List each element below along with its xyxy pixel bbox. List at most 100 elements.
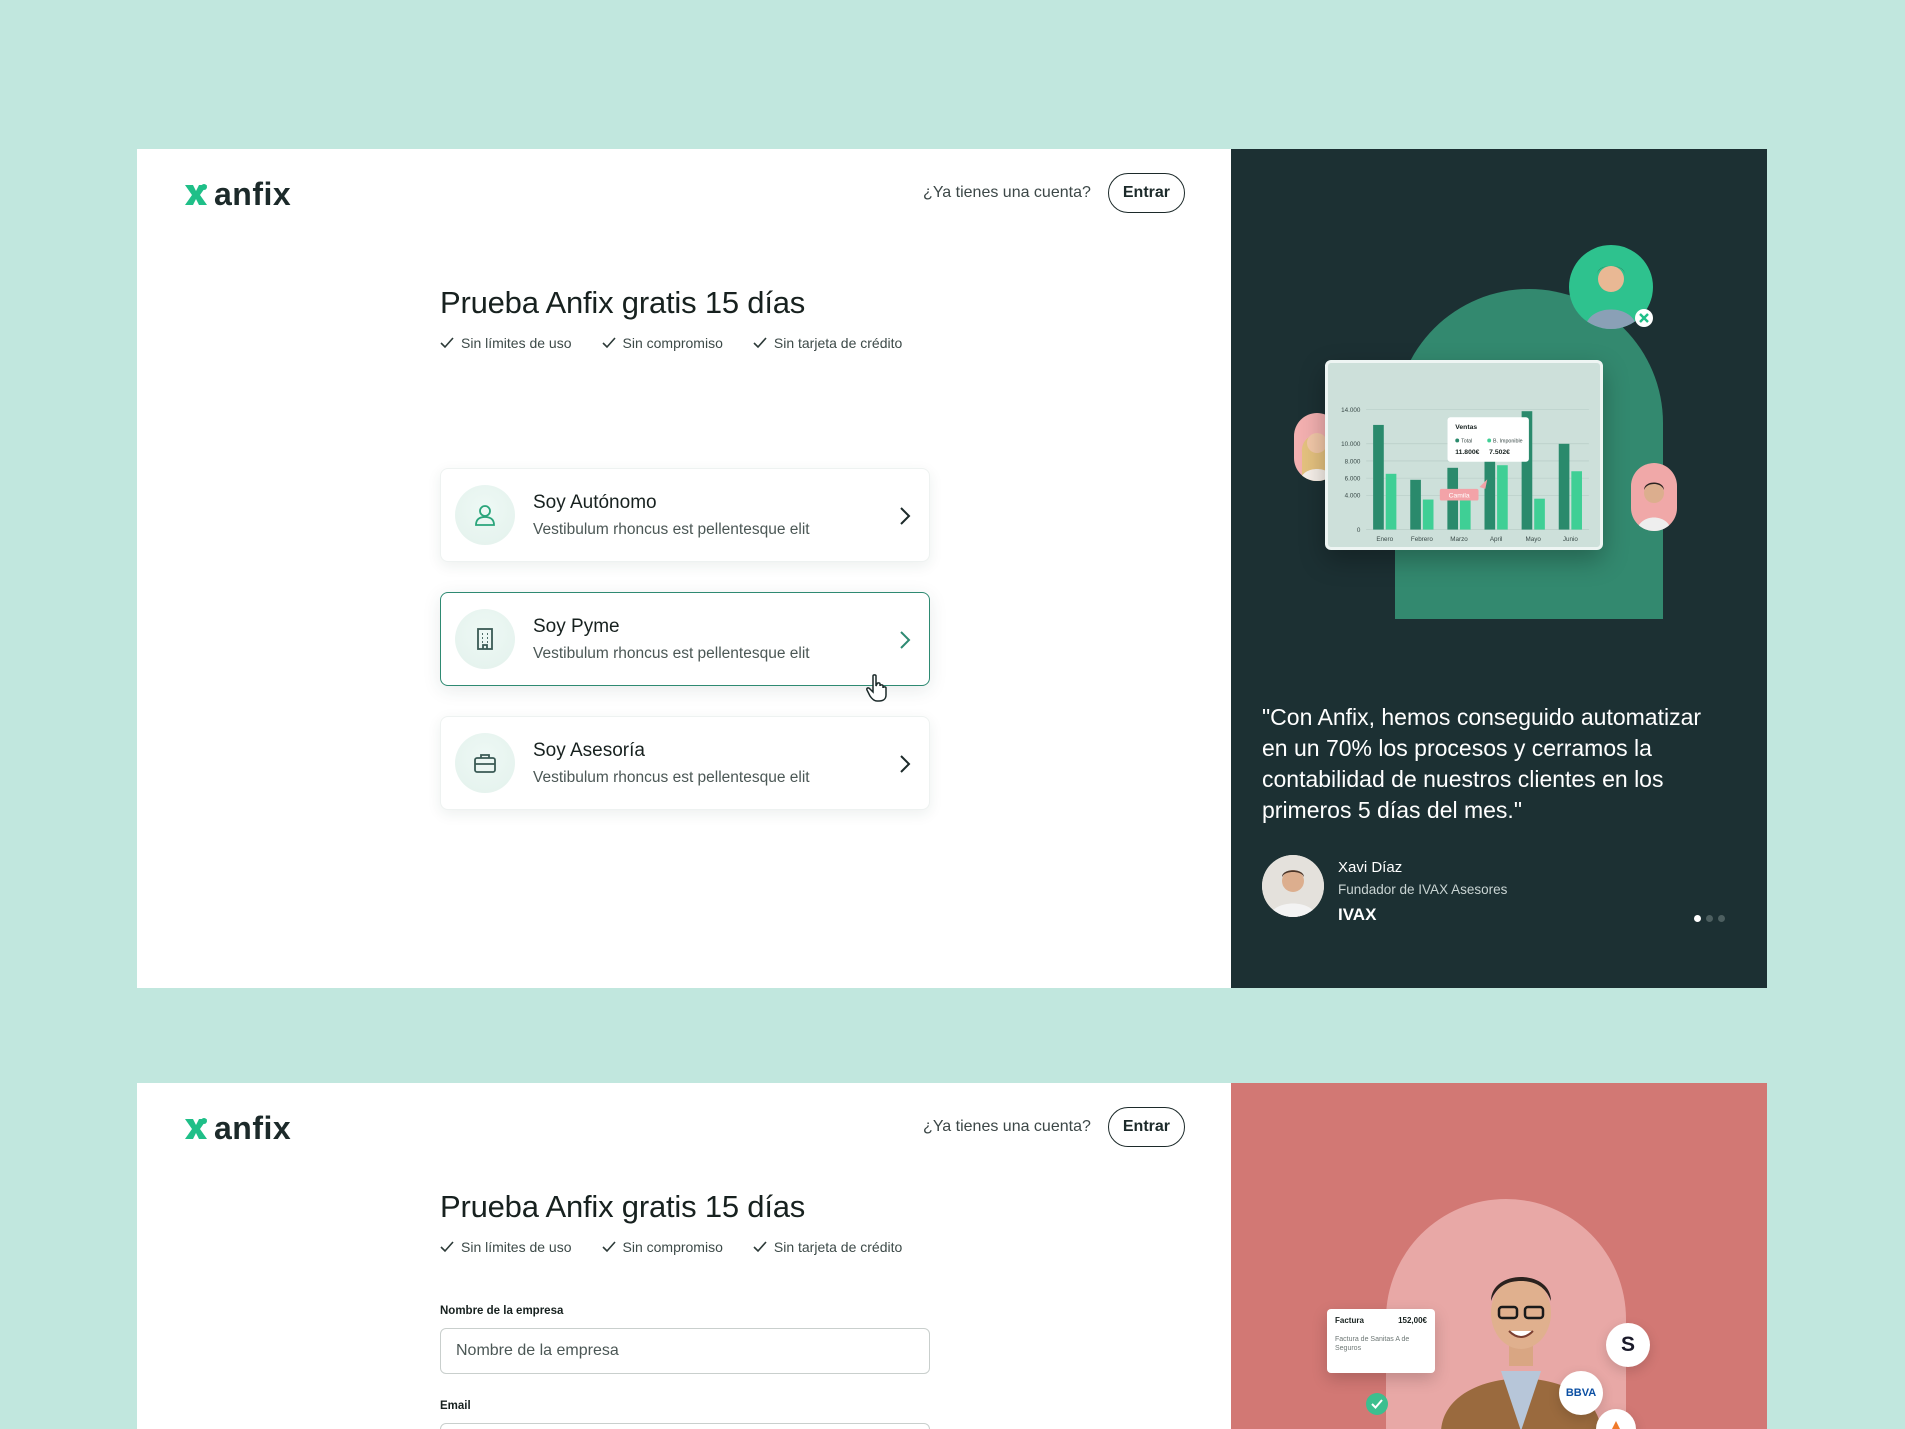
check-icon bbox=[440, 337, 454, 349]
profile-options: Soy Autónomo Vestibulum rhoncus est pell… bbox=[440, 468, 930, 840]
testimonial-quote: "Con Anfix, hemos conseguido automatizar… bbox=[1262, 704, 1702, 823]
check-icon bbox=[601, 1241, 616, 1253]
chevron-right-icon bbox=[900, 507, 911, 525]
invoice-description: Factura de Sanitas A de Seguros bbox=[1335, 1336, 1410, 1352]
user-icon bbox=[475, 505, 495, 526]
check-icon bbox=[753, 1241, 767, 1253]
y-tick-label: 4.000 bbox=[1345, 493, 1361, 500]
email-label: Email bbox=[440, 1400, 471, 1412]
bar-imponible bbox=[1385, 473, 1397, 530]
bar-imponible bbox=[1571, 471, 1582, 530]
testimonial-panel: 14.000 10.000 8.000 6.000 4.000 0 Enero Febrero… bbox=[1231, 149, 1767, 988]
check-icon bbox=[440, 1241, 454, 1253]
benefit-label: Sin límites de uso bbox=[461, 1239, 572, 1255]
logo-text: anfix bbox=[214, 176, 292, 212]
svg-text:IVAX: IVAX bbox=[1338, 905, 1377, 923]
author-avatar bbox=[1262, 855, 1324, 917]
bar-imponible bbox=[1422, 499, 1434, 530]
legend-swatch-total bbox=[1455, 438, 1460, 443]
benefit-label: Sin compromiso bbox=[622, 335, 723, 351]
left-pane: anfix ¿Ya tienes una cuenta? Entrar Prue… bbox=[137, 149, 1231, 988]
logo-text: anfix bbox=[214, 1110, 292, 1146]
author-name: Xavi Díaz bbox=[1338, 859, 1403, 876]
company-name-label: Nombre de la empresa bbox=[440, 1305, 564, 1317]
benefit-item: Sin tarjeta de crédito bbox=[753, 1239, 902, 1255]
page-title: Prueba Anfix gratis 15 días bbox=[440, 285, 806, 320]
option-title: Soy Pyme bbox=[533, 615, 620, 637]
benefit-item: Sin límites de uso bbox=[440, 1239, 572, 1255]
anfix-badge-icon bbox=[1635, 309, 1653, 327]
legend-imponible: B. Imponible bbox=[1493, 438, 1523, 444]
hand-cursor-icon bbox=[866, 674, 887, 702]
tooltip-title: Ventas bbox=[1455, 424, 1477, 431]
chevron-right-icon bbox=[900, 755, 911, 773]
benefit-item: Sin tarjeta de crédito bbox=[753, 335, 902, 351]
login-button[interactable]: Entrar bbox=[1107, 1107, 1185, 1147]
company-name-input[interactable] bbox=[440, 1328, 930, 1374]
briefcase-icon bbox=[474, 754, 496, 773]
tooltip-value-total: 11.800€ bbox=[1455, 449, 1479, 456]
x-tick-label: Mayo bbox=[1526, 536, 1542, 543]
ivax-logo: IVAX bbox=[1338, 905, 1377, 924]
benefit-label: Sin compromiso bbox=[622, 1239, 723, 1255]
check-badge-icon bbox=[1366, 1393, 1388, 1415]
signup-form: Nombre de la empresa Email bbox=[440, 1301, 930, 1429]
email-input[interactable] bbox=[440, 1423, 930, 1429]
benefit-item: Sin compromiso bbox=[601, 335, 723, 351]
have-account-text: ¿Ya tienes una cuenta? bbox=[923, 184, 1091, 201]
testimonial-author: Xavi Díaz Fundador de IVAX Asesores IVAX bbox=[1262, 855, 1507, 928]
x-tick-label: Enero bbox=[1376, 536, 1393, 543]
check-icon bbox=[753, 337, 767, 349]
option-icon-wrap bbox=[455, 609, 515, 669]
x-tick-label: April bbox=[1490, 536, 1503, 543]
benefit-item: Sin compromiso bbox=[601, 1239, 723, 1255]
carousel-dot[interactable] bbox=[1706, 915, 1713, 922]
bank-bbva-badge: BBVA bbox=[1559, 1371, 1603, 1415]
signup-screen-profile: anfix ¿Ya tienes una cuenta? Entrar Prue… bbox=[137, 149, 1767, 988]
option-icon-wrap bbox=[455, 733, 515, 793]
avatar-man-2 bbox=[1631, 463, 1677, 531]
invoice-card: Factura 152,00€ Factura de Sanitas A de … bbox=[1327, 1309, 1435, 1373]
invoice-amount: 152,00€ bbox=[1398, 1316, 1427, 1325]
anfix-logo-icon bbox=[185, 1117, 207, 1139]
benefit-label: Sin límites de uso bbox=[461, 335, 572, 351]
bar-imponible bbox=[1534, 498, 1545, 530]
legend-swatch-imponible bbox=[1487, 438, 1492, 443]
sales-chart-card: 14.000 10.000 8.000 6.000 4.000 0 Enero Febrero… bbox=[1325, 360, 1603, 550]
author-role: Fundador de IVAX Asesores bbox=[1338, 882, 1508, 897]
x-tick-label: Junio bbox=[1563, 536, 1579, 543]
bar-imponible bbox=[1497, 465, 1508, 530]
benefit-item: Sin límites de uso bbox=[440, 335, 572, 351]
carousel-dots bbox=[1694, 915, 1725, 922]
x-tick-label: Febrero bbox=[1411, 536, 1434, 543]
check-icon bbox=[601, 337, 616, 349]
option-description: Vestibulum rhoncus est pellentesque elit bbox=[533, 644, 810, 662]
anfix-logo-icon bbox=[185, 183, 207, 205]
benefit-label: Sin tarjeta de crédito bbox=[773, 335, 903, 351]
have-account-text: ¿Ya tienes una cuenta? bbox=[923, 1118, 1091, 1135]
bar-total bbox=[1558, 443, 1570, 530]
hero: Prueba Anfix gratis 15 días Sin límites … bbox=[440, 1189, 930, 1255]
anfix-logo[interactable]: anfix bbox=[182, 1110, 291, 1147]
chevron-right-icon bbox=[900, 631, 911, 649]
x-tick-label: Marzo bbox=[1450, 536, 1468, 543]
page-title: Prueba Anfix gratis 15 días bbox=[440, 1189, 806, 1224]
promo-panel: Factura 152,00€ Factura de Sanitas A de … bbox=[1231, 1083, 1767, 1429]
anfix-logo[interactable]: anfix bbox=[182, 176, 291, 213]
option-pyme[interactable]: Soy Pyme Vestibulum rhoncus est pellente… bbox=[440, 592, 930, 702]
y-tick-label: 14.000 bbox=[1341, 407, 1361, 414]
option-title: Soy Asesoría bbox=[533, 739, 645, 761]
building-icon bbox=[477, 628, 493, 650]
option-autonomo[interactable]: Soy Autónomo Vestibulum rhoncus est pell… bbox=[440, 468, 930, 562]
login-button[interactable]: Entrar bbox=[1107, 173, 1185, 213]
signup-screen-form: anfix ¿Ya tienes una cuenta? Entrar Prue… bbox=[137, 1083, 1767, 1429]
y-tick-label: 6.000 bbox=[1345, 476, 1361, 483]
option-description: Vestibulum rhoncus est pellentesque elit bbox=[533, 768, 810, 786]
bank-sabadell-badge: S bbox=[1606, 1323, 1650, 1367]
legend-total: Total bbox=[1461, 438, 1472, 444]
option-asesoria[interactable]: Soy Asesoría Vestibulum rhoncus est pell… bbox=[440, 716, 930, 810]
carousel-dot[interactable] bbox=[1694, 915, 1701, 922]
option-description: Vestibulum rhoncus est pellentesque elit bbox=[533, 520, 810, 538]
carousel-dot[interactable] bbox=[1718, 915, 1725, 922]
user-tag-label: Camila bbox=[1449, 493, 1470, 500]
